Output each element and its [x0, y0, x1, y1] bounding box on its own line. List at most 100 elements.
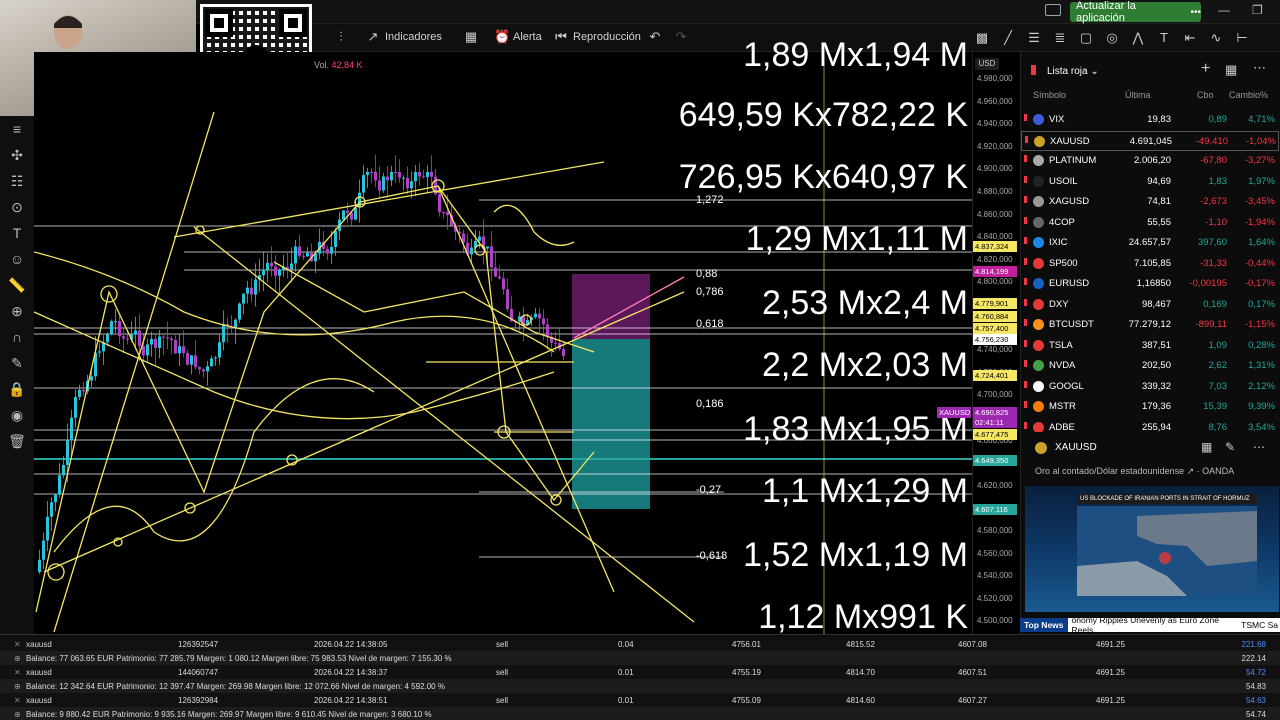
table-icon[interactable]: ▦: [1225, 62, 1237, 78]
text-icon[interactable]: T: [1154, 28, 1174, 48]
redo-button[interactable]: ↷: [674, 30, 688, 44]
balance-text: Balance: 12 342.64 EUR Patrimonio: 12 39…: [26, 682, 445, 691]
watchlist-row[interactable]: NVDA 202,50 2,62 1,31%: [1021, 356, 1279, 376]
layouts-button[interactable]: ▦: [464, 30, 478, 44]
fib-tool-icon[interactable]: ☷: [0, 168, 34, 194]
position-row[interactable]: ✕ xauusd 144060747 2026.04.22 14:38:37 sell 0…: [0, 665, 1280, 679]
balance-row: ⊕ Balance: 9 880.42 EUR Patrimonio: 9 935…: [0, 707, 1280, 720]
close-position-icon[interactable]: ✕: [14, 668, 21, 677]
candle-body: [370, 172, 373, 173]
emoji-icon[interactable]: ☺: [0, 246, 34, 272]
watchlist-row[interactable]: XAUUSD 4.691,045 -49,410 -1,04%: [1021, 130, 1279, 151]
row-change-pct: -3,45%: [1244, 196, 1275, 207]
close-position-icon[interactable]: ✕: [14, 640, 21, 649]
price-axis[interactable]: USD 4.980,000 4.960,000 4.940,000 4.920,000…: [937, 52, 1020, 634]
zoom-icon[interactable]: ⊕: [0, 298, 34, 324]
expand-icon[interactable]: ⊕: [14, 710, 21, 719]
lock-icon[interactable]: 🔒: [0, 376, 34, 402]
grid-view-icon[interactable]: ▦: [1201, 440, 1212, 454]
external-link-icon[interactable]: ↗ ·: [1187, 466, 1203, 476]
redo-icon: ↷: [675, 29, 687, 44]
edit-icon[interactable]: ✎: [1225, 440, 1235, 454]
node-icon[interactable]: ✣: [0, 142, 34, 168]
channel-icon[interactable]: ≣: [1050, 28, 1070, 48]
target-icon[interactable]: ⊙: [0, 194, 34, 220]
column-change[interactable]: Cbo: [1197, 90, 1214, 100]
row-symbol: EURUSD: [1049, 278, 1090, 289]
expand-icon[interactable]: ⊕: [14, 654, 21, 663]
fib-icon[interactable]: ☰: [1024, 28, 1044, 48]
watchlist-row[interactable]: IXIC 24.657,57 397,60 1,64%: [1021, 233, 1279, 253]
detail-subtitle: Oro al contado/Dólar estadounidense ↗ · …: [1035, 466, 1234, 477]
watchlist-row[interactable]: TSLA 387,51 1,09 0,28%: [1021, 336, 1279, 356]
candle-body: [198, 367, 201, 370]
maximize-button[interactable]: ❐: [1252, 3, 1263, 17]
column-change-pct[interactable]: Cambio%: [1229, 90, 1268, 100]
expand-icon[interactable]: ⊕: [14, 682, 21, 691]
eye-icon[interactable]: ◉: [0, 402, 34, 428]
measure-icon[interactable]: ⇤: [1180, 28, 1200, 48]
more-icon[interactable]: ⋯: [1253, 60, 1266, 76]
minimize-button[interactable]: —: [1218, 3, 1230, 17]
circle-icon[interactable]: ◎: [1102, 28, 1122, 48]
watchlist-row[interactable]: BTCUSDT 77.279,12 -899,11 -1,15%: [1021, 315, 1279, 335]
watchlist-row[interactable]: USOIL 94,69 1,83 1,97%: [1021, 172, 1279, 192]
column-symbol[interactable]: Símbolo: [1033, 90, 1066, 100]
watchlist-row[interactable]: DXY 98,467 0,169 0,17%: [1021, 295, 1279, 315]
candle-body: [210, 358, 213, 367]
magnet-icon[interactable]: ∩: [0, 324, 34, 350]
candle-body: [542, 318, 545, 325]
row-last: 94,69: [1147, 175, 1171, 187]
position-sym: xauusd: [26, 696, 52, 705]
pencil-lock-icon[interactable]: ✎: [0, 350, 34, 376]
news-video-thumbnail[interactable]: US BLOCKADE OF IRANIAN PORTS IN STRAIT O…: [1025, 486, 1279, 612]
watchlist-row[interactable]: SP500 7.105,85 -31,33 -0,44%: [1021, 254, 1279, 274]
monitor-icon[interactable]: [1045, 4, 1061, 16]
wave-icon[interactable]: ∿: [1206, 28, 1226, 48]
watchlist-row[interactable]: 4COP 55,55 -1,10 -1,94%: [1021, 213, 1279, 233]
position-row[interactable]: ✕ xauusd 126392984 2026.04.22 14:38:51 sell 0…: [0, 693, 1280, 707]
undo-button[interactable]: ↶: [648, 30, 662, 44]
watchlist-row[interactable]: MSTR 179,36 15,39 9,39%: [1021, 397, 1279, 417]
menu-icon[interactable]: ≡: [0, 116, 34, 142]
text-tool-icon[interactable]: T: [0, 220, 34, 246]
position-row[interactable]: ✕ xauusd 126392547 2026.04.22 14:38:05 sell 0…: [0, 637, 1280, 651]
projection-icon[interactable]: ⊢: [1232, 28, 1252, 48]
candle-body: [250, 287, 253, 295]
take-profit-zone: [572, 339, 650, 509]
news-headline: US BLOCKADE OF IRANIAN PORTS IN STRAIT O…: [1077, 494, 1257, 504]
indicators-button[interactable]: ↗ Indicadores: [366, 30, 442, 44]
update-app-button[interactable]: Actualizar la aplicación •••: [1070, 0, 1201, 24]
watchlist-row[interactable]: XAGUSD 74,81 -2,673 -3,45%: [1021, 192, 1279, 212]
watchlist-row[interactable]: EURUSD 1,16850 -0,00195 -0,17%: [1021, 274, 1279, 294]
pattern-icon[interactable]: ⋀: [1128, 28, 1148, 48]
hatch-icon[interactable]: ▩: [972, 28, 992, 48]
alert-button[interactable]: ⏰ Alerta: [494, 30, 542, 44]
currency-selector[interactable]: USD: [975, 58, 999, 70]
candle-body: [486, 246, 489, 249]
trash-icon[interactable]: 🗑: [0, 428, 34, 454]
close-position-icon[interactable]: ✕: [14, 696, 21, 705]
row-change-pct: -1,15%: [1244, 319, 1275, 330]
candle-body: [142, 346, 145, 356]
trendline-icon[interactable]: ╱: [998, 28, 1018, 48]
replay-button[interactable]: ⏮ Reproducción: [554, 30, 641, 44]
candle-body: [330, 246, 333, 254]
candle-type-button[interactable]: ⫶: [334, 30, 348, 44]
ruler-icon[interactable]: 📏: [0, 272, 34, 298]
price-chart[interactable]: Vol. 42,84 K 1,89 Mx1,94 M 649,59 Kx782,…: [34, 36, 972, 636]
candle-body: [478, 236, 481, 241]
row-change: -67,80: [1200, 155, 1227, 166]
candle-body: [326, 248, 329, 254]
candle-body: [146, 344, 149, 356]
watchlist-row[interactable]: GOOGL 339,32 7,03 2,12%: [1021, 377, 1279, 397]
watchlist-row[interactable]: VIX 19,83 0,89 4,71%: [1021, 110, 1279, 130]
position-type: sell: [496, 640, 509, 649]
watchlist-title[interactable]: Lista roja ⌄: [1047, 66, 1099, 77]
rectangle-icon[interactable]: ▢: [1076, 28, 1096, 48]
column-last[interactable]: Última: [1125, 90, 1151, 100]
fib-level-label: 1,272: [696, 194, 724, 206]
detail-more-icon[interactable]: ⋯: [1253, 440, 1265, 454]
watchlist-row[interactable]: PLATINUM 2.006,20 -67,80 -3,27%: [1021, 151, 1279, 171]
add-symbol-icon[interactable]: +: [1201, 60, 1210, 78]
